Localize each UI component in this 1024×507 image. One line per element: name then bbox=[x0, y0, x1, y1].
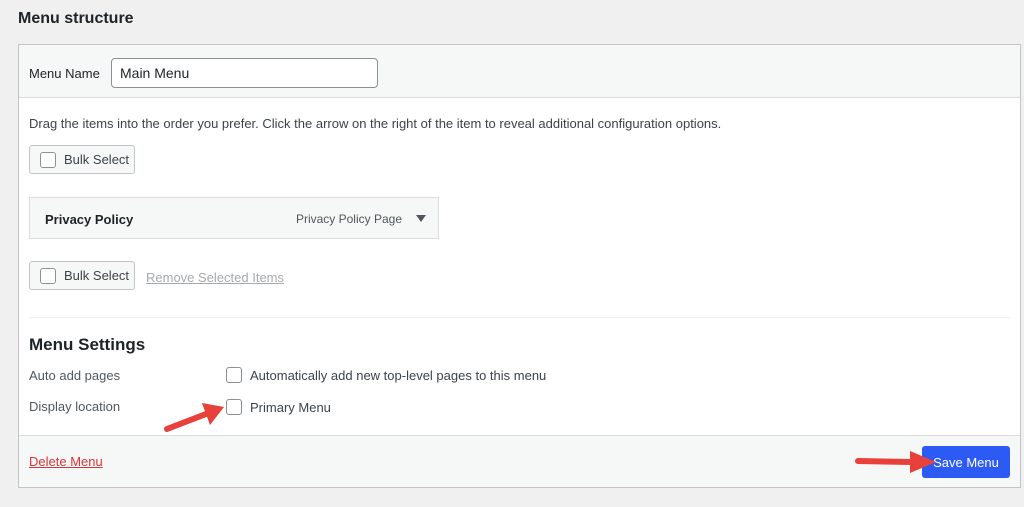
bulk-select-top-button[interactable]: Bulk Select bbox=[29, 145, 135, 174]
annotation-arrow-icon bbox=[164, 403, 224, 432]
annotation-arrow-icon bbox=[855, 451, 936, 473]
remove-selected-items-link[interactable]: Remove Selected Items bbox=[146, 270, 284, 285]
auto-add-pages-text: Automatically add new top-level pages to… bbox=[250, 367, 547, 383]
page-title: Menu structure bbox=[18, 10, 134, 27]
expand-arrow-icon[interactable] bbox=[416, 215, 426, 222]
bulk-select-checkbox[interactable] bbox=[40, 151, 56, 168]
bulk-select-label: Bulk Select bbox=[64, 152, 130, 167]
bulk-select-checkbox[interactable] bbox=[40, 267, 56, 284]
menu-settings-title: Menu Settings bbox=[29, 335, 146, 354]
auto-add-pages-label: Auto add pages bbox=[29, 368, 121, 383]
instructions-text: Drag the items into the order you prefer… bbox=[29, 116, 722, 131]
bulk-select-bottom-button[interactable]: Bulk Select bbox=[29, 261, 135, 290]
bulk-select-label: Bulk Select bbox=[64, 268, 130, 283]
delete-menu-link[interactable]: Delete Menu bbox=[29, 454, 103, 469]
menu-item-type: Privacy Policy Page bbox=[295, 212, 402, 226]
primary-menu-option[interactable]: Primary Menu bbox=[226, 399, 331, 415]
display-location-label: Display location bbox=[29, 399, 121, 414]
auto-add-pages-checkbox[interactable] bbox=[226, 367, 242, 383]
menu-name-label: Menu Name bbox=[29, 66, 100, 81]
auto-add-pages-option[interactable]: Automatically add new top-level pages to… bbox=[226, 367, 546, 383]
menu-name-row: Menu Name bbox=[19, 45, 1020, 98]
primary-menu-text: Primary Menu bbox=[250, 399, 331, 415]
menu-item-privacy-policy[interactable]: Privacy Policy Privacy Policy Page bbox=[29, 197, 439, 239]
menu-item-title: Privacy Policy bbox=[45, 212, 134, 227]
divider bbox=[29, 317, 1010, 318]
menu-name-input[interactable] bbox=[111, 58, 378, 88]
